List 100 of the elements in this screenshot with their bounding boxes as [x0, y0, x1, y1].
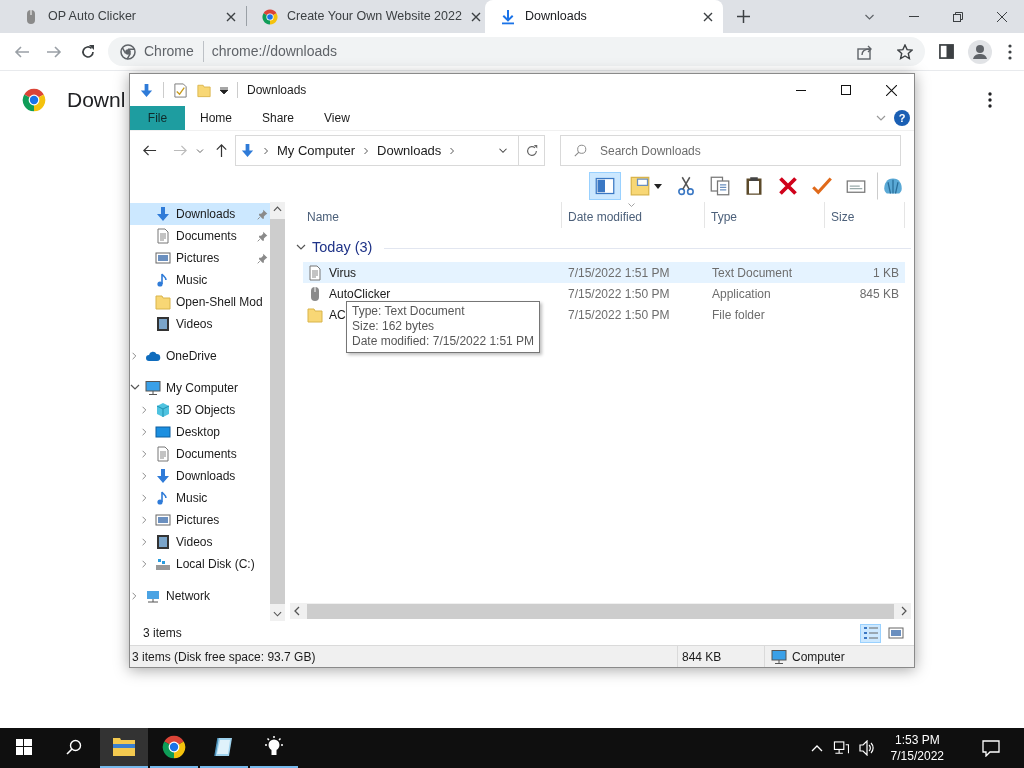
nav-item[interactable]: Local Disk (C:) [130, 553, 270, 575]
scroll-down-icon[interactable] [273, 610, 282, 618]
group-header[interactable]: Today (3) [312, 237, 373, 259]
nav-item[interactable]: Videos [130, 531, 270, 553]
nav-item[interactable]: Pictures [130, 509, 270, 531]
scroll-left-icon[interactable] [293, 606, 301, 616]
up-arrow-icon[interactable] [214, 143, 229, 158]
menu-icon[interactable] [1008, 43, 1012, 60]
star-icon[interactable] [897, 43, 913, 60]
ribbon-tab[interactable]: Home [185, 106, 247, 130]
file-row[interactable]: Virus 7/15/2022 1:51 PM Text Document 1 KB [303, 262, 905, 283]
address-field[interactable]: My Computer Downloads [235, 135, 545, 166]
ribbon-tab[interactable]: File [130, 106, 185, 130]
type-cell: File folder [712, 307, 765, 322]
nav-item[interactable]: Documents [130, 225, 270, 247]
tooltip-text: Size: 162 bytes [352, 319, 436, 334]
network-icon[interactable] [832, 740, 849, 756]
clock-time[interactable]: 1:53 PM [890, 732, 944, 748]
close-icon[interactable] [226, 11, 236, 22]
chrome-logo-icon [162, 735, 186, 759]
chrome-logo-icon [120, 43, 136, 60]
film-icon [155, 316, 171, 332]
side-panel-icon[interactable] [939, 44, 954, 59]
sort-caret-icon [627, 202, 636, 208]
collapse-ribbon-icon[interactable] [876, 114, 886, 122]
nav-item[interactable]: My Computer [130, 377, 270, 399]
status-size: 844 KB [682, 648, 722, 666]
picture-icon [155, 250, 171, 266]
back-arrow-icon[interactable] [142, 143, 157, 158]
minimize-icon[interactable] [796, 89, 806, 91]
column-header[interactable]: Type [711, 210, 737, 224]
volume-icon[interactable] [858, 740, 875, 756]
search-field[interactable]: Search Downloads [560, 135, 901, 166]
refresh-icon[interactable] [524, 143, 539, 158]
restore-icon[interactable] [953, 11, 963, 22]
chevron-up-icon[interactable] [810, 744, 823, 752]
close-icon[interactable] [886, 84, 897, 96]
more-menu-icon[interactable] [988, 91, 992, 108]
folder-icon [112, 735, 136, 759]
nav-item[interactable]: OneDrive [130, 345, 270, 367]
browser-tab[interactable]: Create Your Own Website 2022 [247, 0, 485, 33]
ribbon-tab[interactable]: View [309, 106, 365, 130]
close-icon[interactable] [470, 11, 481, 22]
column-header[interactable]: Size [831, 210, 855, 224]
browser-tab[interactable]: OP Auto Clicker [8, 0, 246, 33]
nav-item[interactable]: Videos [130, 313, 270, 335]
scroll-right-icon[interactable] [900, 606, 908, 616]
close-icon[interactable] [997, 11, 1007, 22]
nav-item[interactable]: Desktop [130, 421, 270, 443]
address-bar[interactable]: Chrome chrome://downloads [108, 37, 925, 66]
chevron-down-icon[interactable] [498, 147, 508, 154]
reload-icon[interactable] [80, 43, 96, 60]
caret-icon[interactable] [220, 86, 228, 94]
date-cell: 7/15/2022 1:50 PM [568, 307, 670, 322]
nav-item[interactable]: Documents [130, 443, 270, 465]
download-arrow-icon [155, 206, 171, 222]
view-button[interactable] [860, 623, 881, 643]
clock-date[interactable]: 7/15/2022 [890, 748, 944, 764]
taskbar-app[interactable] [100, 728, 148, 768]
cube-icon [155, 402, 171, 418]
nav-item[interactable]: Downloads [130, 203, 270, 225]
document-icon [155, 228, 171, 244]
date-cell: 7/15/2022 1:51 PM [568, 265, 670, 280]
breadcrumb-item[interactable]: My Computer [277, 140, 356, 161]
browser-tab[interactable]: Downloads [485, 0, 723, 33]
avatar-icon[interactable] [968, 39, 992, 64]
close-icon[interactable] [703, 11, 713, 22]
tooltip-text: Date modified: 7/15/2022 1:51 PM [352, 334, 535, 349]
search-icon [574, 144, 587, 157]
document-icon [307, 264, 323, 281]
date-cell: 7/15/2022 1:50 PM [568, 286, 670, 301]
column-header[interactable]: Name [307, 210, 339, 224]
nav-item[interactable]: Network [130, 585, 270, 607]
breadcrumb-item[interactable]: Downloads [377, 140, 442, 161]
nav-item[interactable]: 3D Objects [130, 399, 270, 421]
file-name[interactable]: AutoClicker [329, 284, 391, 303]
shell-icon [883, 176, 903, 196]
new-tab-icon[interactable] [737, 10, 750, 23]
toolbar-button[interactable] [589, 172, 621, 200]
notification-icon[interactable] [982, 739, 1000, 757]
file-name[interactable]: AC [329, 305, 346, 324]
maximize-icon[interactable] [841, 85, 851, 95]
download-arrow-icon [155, 468, 171, 484]
help-button[interactable]: ? [894, 110, 910, 126]
share-icon[interactable] [857, 43, 873, 60]
ribbon-tab[interactable]: Share [247, 106, 310, 130]
nav-item[interactable]: Open-Shell Mod [130, 291, 270, 313]
file-name[interactable]: Virus [329, 263, 357, 282]
scissors-icon [676, 176, 696, 196]
scroll-up-icon[interactable] [273, 205, 282, 213]
forward-arrow-icon[interactable] [46, 43, 62, 60]
download-arrow-icon[interactable] [139, 82, 154, 98]
nav-item[interactable]: Pictures [130, 247, 270, 269]
chevron-down-icon[interactable] [864, 12, 875, 21]
nav-item[interactable]: Music [130, 487, 270, 509]
nav-item[interactable]: Music [130, 269, 270, 291]
column-header[interactable]: Date modified [568, 210, 643, 224]
disk-drive-icon [155, 556, 171, 572]
nav-item[interactable]: Downloads [130, 465, 270, 487]
clipboard-icon [744, 176, 764, 196]
